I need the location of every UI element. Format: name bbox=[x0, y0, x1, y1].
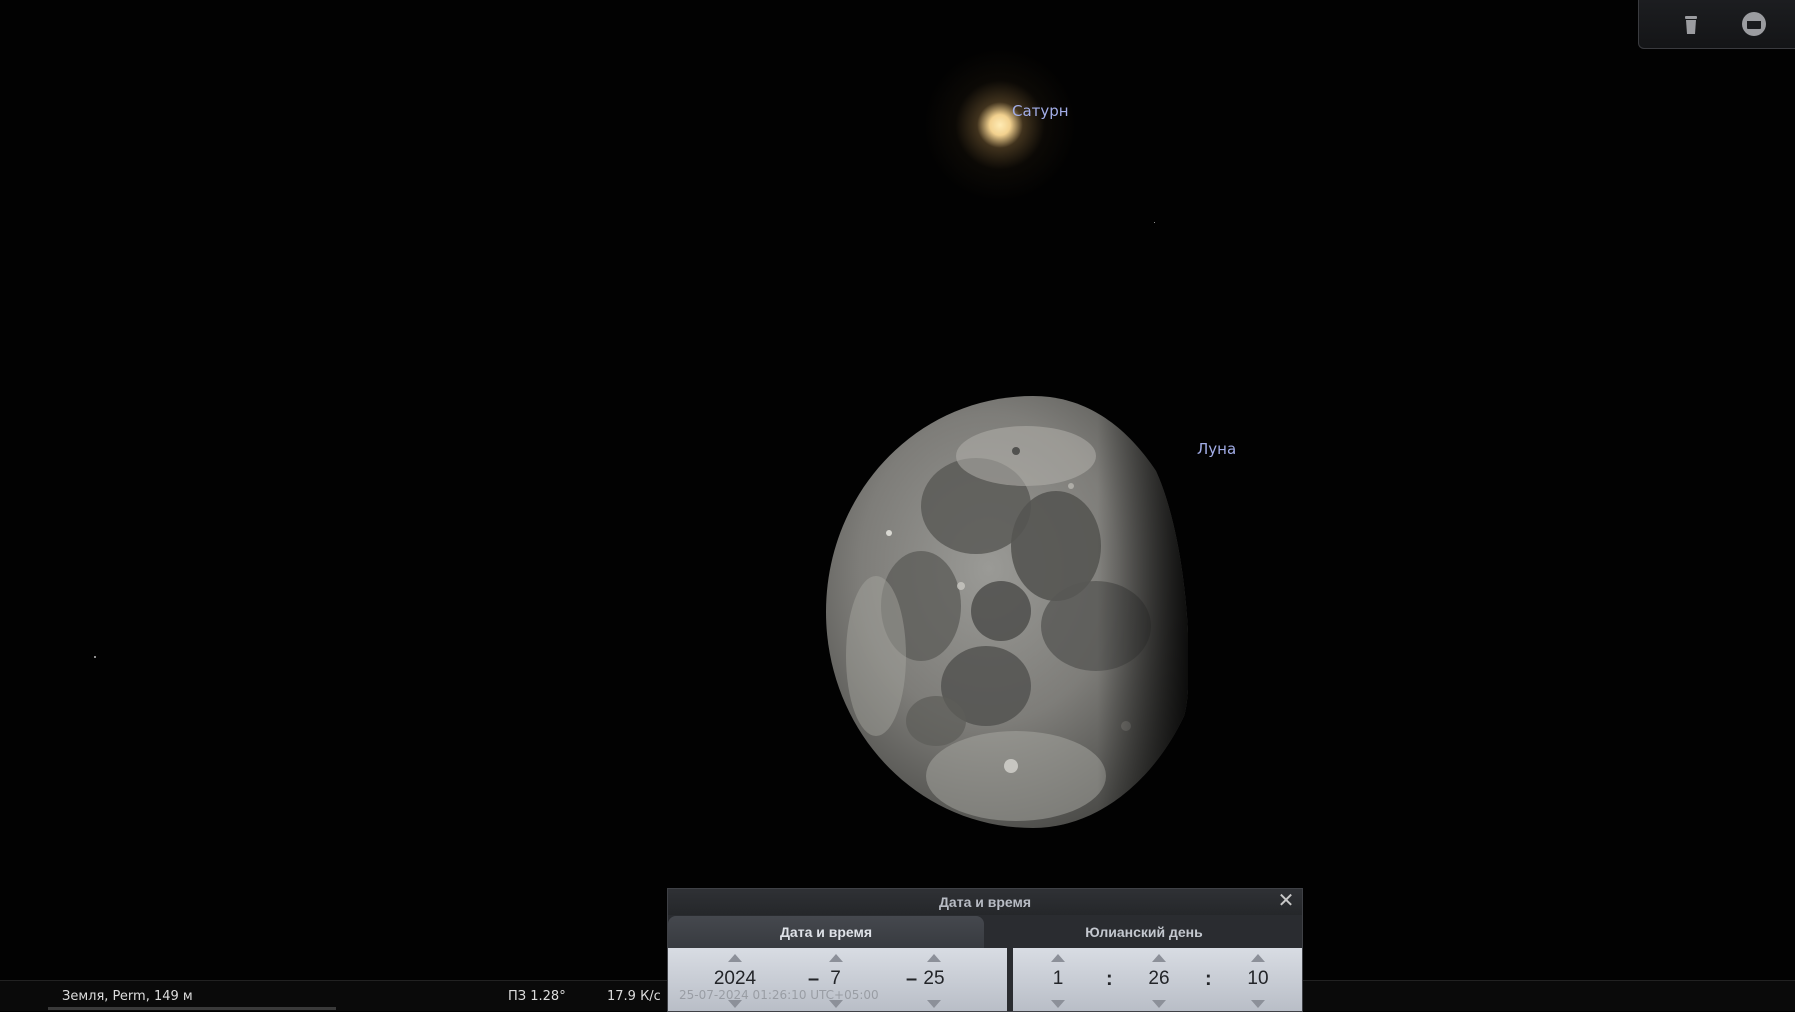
decrement-icon[interactable] bbox=[927, 1000, 941, 1008]
decrement-icon[interactable] bbox=[1152, 1000, 1166, 1008]
time-separator: : bbox=[1205, 968, 1212, 990]
location-text[interactable]: Земля, Perm, 149 м bbox=[62, 989, 193, 1004]
fps-text: 17.9 К/с bbox=[607, 989, 661, 1004]
tab-date-time[interactable]: Дата и время bbox=[668, 916, 984, 948]
minute-value[interactable]: 26 bbox=[1141, 968, 1177, 990]
time-panel: 1 : 26 : 10 bbox=[1013, 948, 1302, 1011]
minute-spinbox[interactable]: 26 bbox=[1141, 952, 1177, 1008]
saturn-planet[interactable] bbox=[910, 35, 1090, 215]
increment-icon[interactable] bbox=[1152, 954, 1166, 962]
trash-icon[interactable] bbox=[1676, 9, 1706, 39]
tab-julian-day[interactable]: Юлианский день bbox=[986, 916, 1302, 948]
increment-icon[interactable] bbox=[728, 954, 742, 962]
decrement-icon[interactable] bbox=[1051, 1000, 1065, 1008]
increment-icon[interactable] bbox=[1051, 954, 1065, 962]
window-icon[interactable] bbox=[1739, 9, 1769, 39]
fov-text: ПЗ 1.28° bbox=[508, 989, 566, 1004]
second-spinbox[interactable]: 10 bbox=[1238, 952, 1278, 1008]
status-datetime-text: 25-07-2024 01:26:10 UTC+05:00 bbox=[679, 988, 879, 1002]
decrement-icon[interactable] bbox=[1251, 1000, 1265, 1008]
sky-view[interactable]: Сатурн Луна bbox=[0, 0, 1795, 1010]
year-value[interactable]: 2024 bbox=[700, 968, 770, 990]
top-right-toolbar bbox=[1638, 0, 1795, 49]
month-value[interactable]: 7 bbox=[818, 968, 853, 990]
moon-planet[interactable] bbox=[826, 396, 1188, 828]
time-separator: : bbox=[1106, 968, 1113, 990]
saturn-label: Сатурн bbox=[1012, 102, 1069, 120]
dialog-title[interactable]: Дата и время bbox=[668, 889, 1302, 915]
hour-spinbox[interactable]: 1 bbox=[1043, 952, 1073, 1008]
day-value[interactable]: 25 bbox=[913, 968, 955, 990]
increment-icon[interactable] bbox=[828, 954, 843, 962]
second-value[interactable]: 10 bbox=[1238, 968, 1278, 990]
close-icon[interactable]: ✕ bbox=[1276, 891, 1296, 911]
star[interactable] bbox=[1154, 222, 1155, 223]
hour-value[interactable]: 1 bbox=[1043, 968, 1073, 990]
increment-icon[interactable] bbox=[927, 954, 941, 962]
day-spinbox[interactable]: 25 bbox=[913, 952, 955, 1008]
moon-label: Луна bbox=[1197, 440, 1237, 458]
increment-icon[interactable] bbox=[1251, 954, 1265, 962]
star[interactable] bbox=[94, 656, 96, 658]
